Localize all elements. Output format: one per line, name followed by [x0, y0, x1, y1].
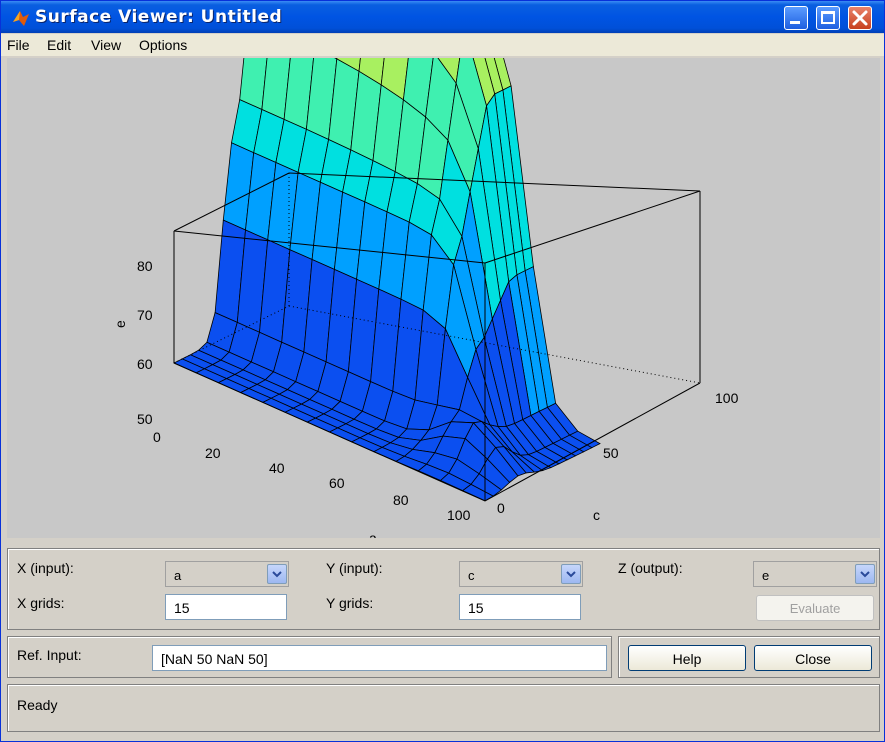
- surface-mesh: [173, 58, 601, 502]
- y-input-dropdown-button[interactable]: [561, 564, 581, 584]
- minimize-button[interactable]: [784, 6, 808, 30]
- x-tick-80: 80: [393, 492, 409, 508]
- y-input-label: Y (input):: [326, 560, 383, 576]
- menu-edit[interactable]: Edit: [47, 37, 71, 53]
- maximize-icon: [821, 11, 835, 24]
- menu-file[interactable]: File: [7, 37, 30, 53]
- z-output-value: e: [762, 568, 770, 583]
- y-tick-50: 50: [603, 445, 619, 461]
- z-output-label: Z (output):: [618, 560, 683, 576]
- close-button[interactable]: Close: [754, 645, 872, 671]
- y-grids-input[interactable]: 15: [459, 594, 581, 620]
- x-input-label: X (input):: [17, 560, 74, 576]
- z-output-select[interactable]: e: [753, 561, 877, 587]
- surface-plot[interactable]: 80 70 60 50 0 20 40 60 80 100 0 50 100 e…: [7, 58, 880, 538]
- y-tick-0: 0: [497, 500, 505, 516]
- ref-input-field[interactable]: [NaN 50 NaN 50]: [152, 645, 607, 671]
- minimize-icon: [790, 21, 800, 24]
- menu-options[interactable]: Options: [139, 37, 187, 53]
- z-tick-60: 60: [137, 356, 153, 372]
- x-input-value: a: [174, 568, 182, 583]
- y-input-select[interactable]: c: [459, 561, 583, 587]
- x-grids-input[interactable]: 15: [165, 594, 287, 620]
- window-title: Surface Viewer: Untitled: [35, 7, 283, 27]
- x-tick-20: 20: [205, 445, 221, 461]
- close-icon: [852, 10, 868, 26]
- z-tick-80: 80: [137, 258, 153, 274]
- maximize-button[interactable]: [816, 6, 840, 30]
- z-tick-50: 50: [137, 411, 153, 427]
- y-grids-label: Y grids:: [326, 595, 374, 611]
- x-tick-60: 60: [329, 475, 345, 491]
- close-window-button[interactable]: [848, 6, 872, 30]
- surface-plot-area[interactable]: 80 70 60 50 0 20 40 60 80 100 0 50 100 e…: [7, 58, 880, 538]
- menu-bar: File Edit View Options: [1, 34, 884, 56]
- z-axis-label: e: [112, 320, 128, 328]
- ref-input-panel: Ref. Input: [NaN 50 NaN 50]: [7, 636, 612, 678]
- x-input-select[interactable]: a: [165, 561, 289, 587]
- x-tick-40: 40: [269, 460, 285, 476]
- x-axis-label: a: [369, 530, 377, 538]
- x-grids-label: X grids:: [17, 595, 65, 611]
- y-tick-100: 100: [715, 390, 739, 406]
- chevron-down-icon: [272, 571, 282, 578]
- title-bar[interactable]: Surface Viewer: Untitled: [1, 1, 884, 33]
- help-button[interactable]: Help: [628, 645, 746, 671]
- status-bar: Ready: [7, 684, 880, 732]
- x-input-dropdown-button[interactable]: [267, 564, 287, 584]
- chevron-down-icon: [860, 571, 870, 578]
- status-text: Ready: [17, 697, 58, 713]
- z-tick-70: 70: [137, 307, 153, 323]
- y-axis-label: c: [593, 507, 600, 523]
- action-buttons-panel: Help Close: [618, 636, 880, 678]
- x-tick-100: 100: [447, 507, 471, 523]
- surface-viewer-window: Surface Viewer: Untitled File Edit View …: [0, 0, 885, 742]
- chevron-down-icon: [566, 571, 576, 578]
- z-output-dropdown-button[interactable]: [855, 564, 875, 584]
- evaluate-button[interactable]: Evaluate: [756, 595, 874, 621]
- variable-selection-panel: X (input): a Y (input): c Z (output): e …: [7, 548, 880, 630]
- matlab-logo-icon: [13, 11, 29, 26]
- y-input-value: c: [468, 568, 475, 583]
- ref-input-label: Ref. Input:: [17, 647, 82, 663]
- menu-view[interactable]: View: [91, 37, 121, 53]
- x-tick-0: 0: [153, 429, 161, 445]
